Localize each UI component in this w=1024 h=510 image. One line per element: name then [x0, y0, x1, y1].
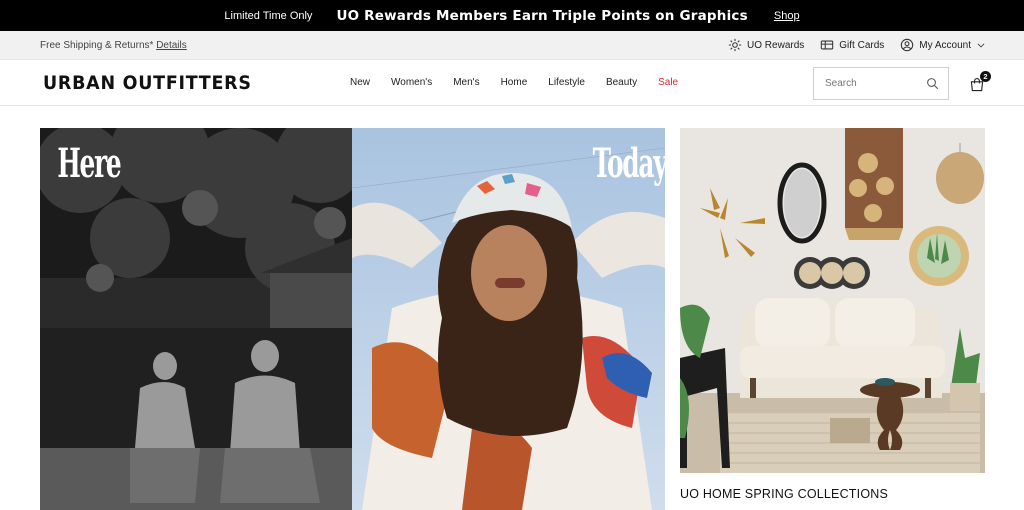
- promo-banner: Limited Time Only UO Rewards Members Ear…: [0, 0, 1024, 31]
- rewards-icon: [728, 38, 742, 52]
- main-nav: New Women's Men's Home Lifestyle Beauty …: [350, 77, 678, 88]
- shipping-notice: Free Shipping & Returns* Details: [40, 40, 187, 51]
- home-collection-caption[interactable]: UO HOME SPRING COLLECTIONS: [680, 487, 888, 501]
- cart-count-badge: 2: [980, 71, 991, 82]
- gift-card-icon: [821, 40, 834, 50]
- search-box: [813, 67, 949, 100]
- main-header: URBAN OUTFITTERS New Women's Men's Home …: [0, 61, 1024, 106]
- shipping-text: Free Shipping & Returns*: [40, 40, 154, 51]
- site-logo[interactable]: URBAN OUTFITTERS: [43, 72, 252, 94]
- promo-shop-link[interactable]: Shop: [774, 10, 800, 22]
- uo-rewards-label: UO Rewards: [747, 39, 805, 51]
- my-account-label: My Account: [919, 39, 971, 51]
- search-icon[interactable]: [926, 77, 939, 90]
- search-input[interactable]: [825, 78, 915, 89]
- shopping-bag-button[interactable]: 2: [969, 71, 991, 94]
- uo-rewards-link[interactable]: UO Rewards: [728, 38, 804, 52]
- promo-headline: UO Rewards Members Earn Triple Points on…: [336, 7, 748, 24]
- hero-word-today: Today: [592, 140, 665, 187]
- shipping-details-link[interactable]: Details: [156, 40, 187, 51]
- promo-small-text: Limited Time Only: [224, 9, 313, 22]
- nav-beauty[interactable]: Beauty: [606, 77, 637, 88]
- gift-cards-link[interactable]: Gift Cards: [820, 38, 884, 52]
- chevron-down-icon: [977, 43, 985, 48]
- gift-cards-label: Gift Cards: [839, 39, 885, 51]
- my-account-menu[interactable]: My Account: [900, 38, 986, 52]
- hero-image-today[interactable]: Today: [352, 128, 665, 510]
- hero-word-here: Here: [57, 140, 121, 187]
- account-icon: [901, 38, 914, 52]
- nav-new[interactable]: New: [350, 77, 370, 88]
- nav-home[interactable]: Home: [501, 77, 528, 88]
- nav-mens[interactable]: Men's: [453, 77, 479, 88]
- nav-sale[interactable]: Sale: [658, 77, 678, 88]
- living-room-photo-image: [680, 128, 985, 473]
- home-collection-image[interactable]: [680, 128, 985, 473]
- hero-image-here[interactable]: Here: [40, 128, 352, 510]
- utility-bar: Free Shipping & Returns* Details UO Rewa…: [0, 31, 1024, 60]
- nav-lifestyle[interactable]: Lifestyle: [548, 77, 585, 88]
- nav-womens[interactable]: Women's: [391, 77, 432, 88]
